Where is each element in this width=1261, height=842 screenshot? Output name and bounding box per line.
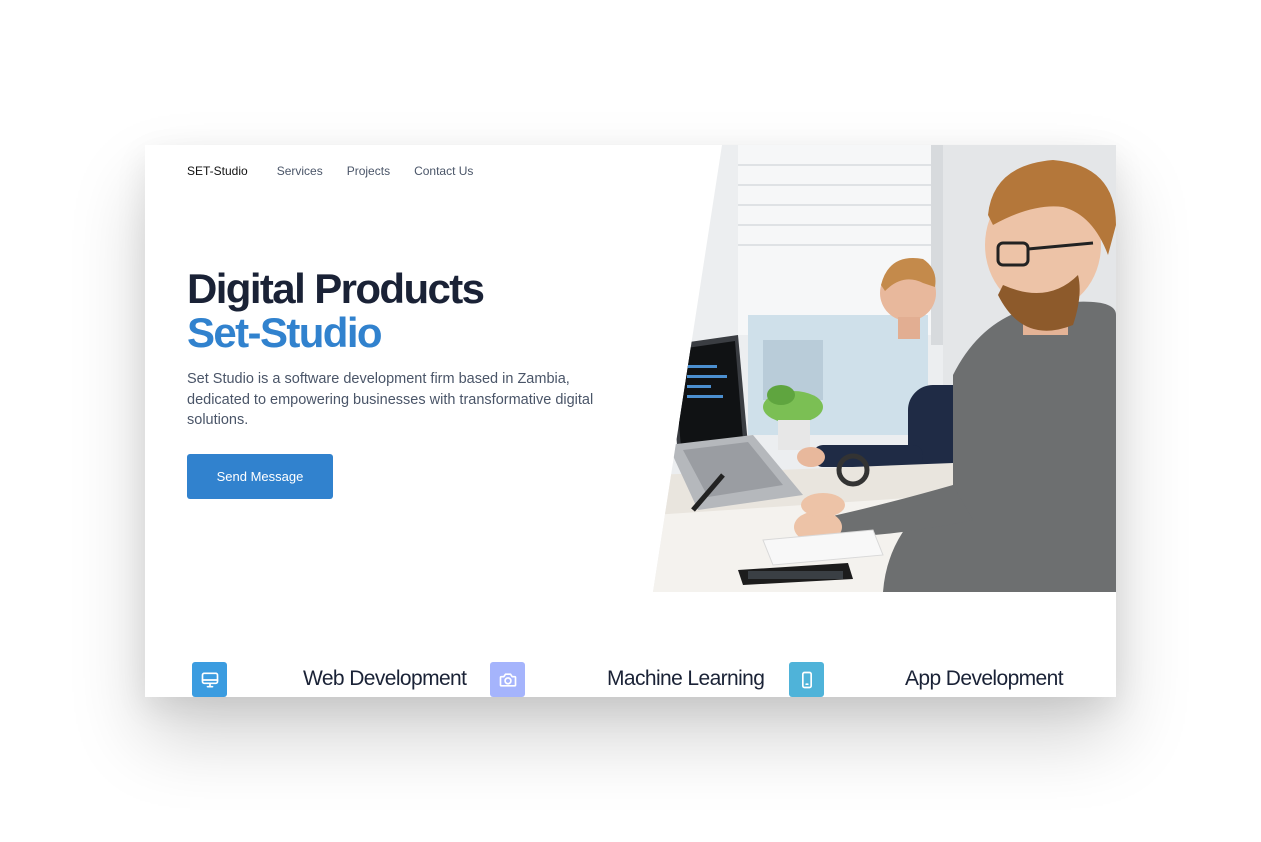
landing-page-frame: SET-Studio Services Projects Contact Us … — [145, 145, 1116, 697]
service-title-machine-learning: Machine Learning — [607, 667, 765, 690]
send-message-button[interactable]: Send Message — [187, 454, 333, 499]
nav-link-contact[interactable]: Contact Us — [414, 164, 473, 178]
nav-link-services[interactable]: Services — [277, 164, 323, 178]
service-title-app-development: App Development — [905, 667, 1064, 690]
hero-title-line1: Digital Products — [187, 265, 485, 312]
hero-description: Set Studio is a software development fir… — [187, 371, 594, 428]
camera-icon — [490, 662, 525, 697]
smartphone-icon — [789, 662, 824, 697]
brand-logo[interactable]: SET-Studio — [187, 164, 248, 178]
monitor-icon — [192, 662, 227, 697]
top-nav: SET-Studio Services Projects Contact Us — [187, 163, 497, 179]
office-photo-icon — [653, 145, 1116, 592]
service-title-web-development: Web Development — [303, 667, 467, 690]
nav-link-projects[interactable]: Projects — [347, 164, 390, 178]
services-row: Web Development Machine Learning App Dev… — [145, 661, 1116, 697]
hero-title-line2: Set-Studio — [187, 309, 383, 356]
hero-title: Digital Products Set-Studio — [187, 265, 485, 356]
